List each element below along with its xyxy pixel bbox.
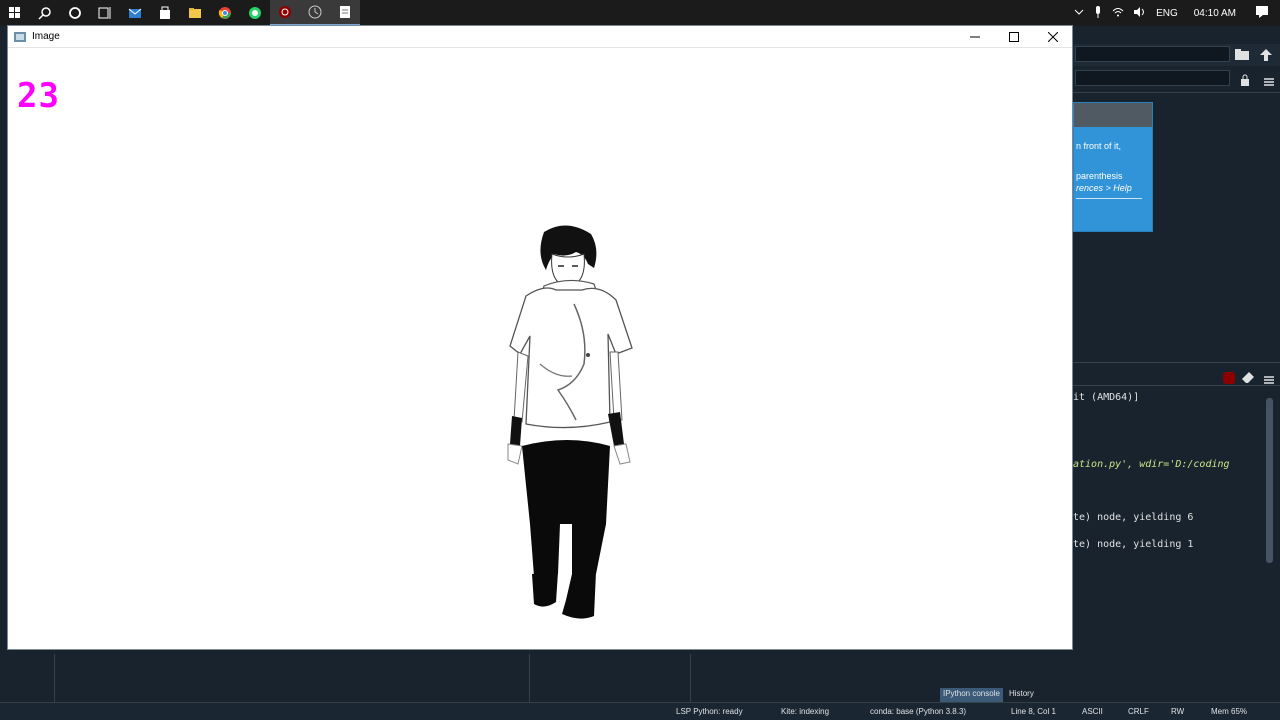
notification-icon[interactable] — [1256, 5, 1268, 21]
start-icon[interactable] — [0, 0, 30, 26]
ipython-console[interactable]: it (AMD64)] ation.py', wdir='D:/coding t… — [1073, 386, 1280, 656]
taskbar: ENG 04:10 AM — [0, 0, 1280, 26]
window-titlebar[interactable]: Image — [8, 26, 1072, 48]
console-tabs: IPython console History — [940, 688, 1037, 702]
chevron-up-icon[interactable] — [1074, 8, 1084, 19]
walking-figure-image — [507, 225, 633, 619]
store-icon[interactable] — [150, 0, 180, 26]
image-window[interactable]: Image 23 — [7, 25, 1073, 650]
pane-divider — [529, 654, 530, 702]
pane-divider — [690, 654, 691, 702]
image-canvas: 23 — [8, 49, 1072, 649]
search-icon[interactable] — [30, 0, 60, 26]
spyder-icon[interactable] — [270, 0, 300, 26]
folder-icon[interactable] — [1235, 46, 1249, 65]
kite-status: Kite: indexing — [781, 707, 830, 716]
chrome-icon[interactable] — [210, 0, 240, 26]
system-tray: ENG 04:10 AM — [1074, 0, 1280, 26]
language-indicator[interactable]: ENG — [1156, 8, 1178, 19]
console-line: ation.py', wdir='D:/coding — [1073, 459, 1230, 470]
help-divider — [1076, 198, 1142, 199]
menu-icon[interactable] — [1264, 72, 1274, 91]
frame-counter: 23 — [17, 76, 60, 116]
help-line: n front of it, — [1076, 141, 1122, 151]
help-tooltip-header — [1074, 103, 1152, 127]
tab-history[interactable]: History — [1006, 688, 1037, 702]
memory-status: Mem 65% — [1211, 707, 1248, 716]
conda-status: conda: base (Python 3.8.3) — [870, 707, 967, 716]
cortana-icon[interactable] — [60, 0, 90, 26]
maximize-button[interactable] — [994, 26, 1033, 48]
source-input[interactable] — [1075, 70, 1230, 86]
window-app-icon — [14, 31, 26, 42]
mail-icon[interactable] — [120, 0, 150, 26]
help-line: parenthesis — [1076, 171, 1123, 181]
help-line: rences > Help — [1076, 183, 1132, 193]
rw-status: RW — [1171, 707, 1185, 716]
console-toolbar — [1073, 362, 1280, 386]
window-title: Image — [32, 31, 60, 42]
desktop: ENG 04:10 AM n front of it, parenthesis — [0, 0, 1280, 720]
eol-status: CRLF — [1128, 707, 1149, 716]
window-controls — [955, 26, 1072, 48]
console-line: te) node, yielding 6 — [1073, 512, 1194, 523]
arrow-up-icon[interactable] — [1260, 46, 1272, 65]
lock-icon[interactable] — [1240, 71, 1250, 90]
wifi-icon[interactable] — [1112, 7, 1124, 20]
task-view-icon[interactable] — [90, 0, 120, 26]
encoding-status: ASCII — [1082, 707, 1103, 716]
console-line: it (AMD64)] — [1073, 392, 1140, 403]
pane-divider — [54, 654, 55, 702]
clock[interactable]: 04:10 AM — [1194, 8, 1236, 19]
console-line: te) node, yielding 1 — [1073, 539, 1194, 550]
lsp-status: LSP Python: ready — [676, 707, 743, 716]
minimize-button[interactable] — [955, 26, 994, 48]
volume-icon[interactable] — [1134, 6, 1146, 20]
help-tooltip: n front of it, parenthesis rences > Help — [1073, 102, 1153, 232]
python-window-icon[interactable] — [300, 0, 330, 26]
tab-ipython-console[interactable]: IPython console — [940, 688, 1003, 702]
console-scrollbar[interactable] — [1266, 398, 1273, 563]
notepad-icon[interactable] — [330, 0, 360, 26]
status-bar: LSP Python: ready Kite: indexing conda: … — [0, 702, 1280, 720]
path-input[interactable] — [1075, 46, 1230, 62]
close-button[interactable] — [1033, 26, 1072, 48]
whatsapp-icon[interactable] — [240, 0, 270, 26]
cursor-position: Line 8, Col 1 — [1011, 707, 1056, 716]
file-explorer-icon[interactable] — [180, 0, 210, 26]
microphone-icon[interactable] — [1094, 5, 1102, 21]
